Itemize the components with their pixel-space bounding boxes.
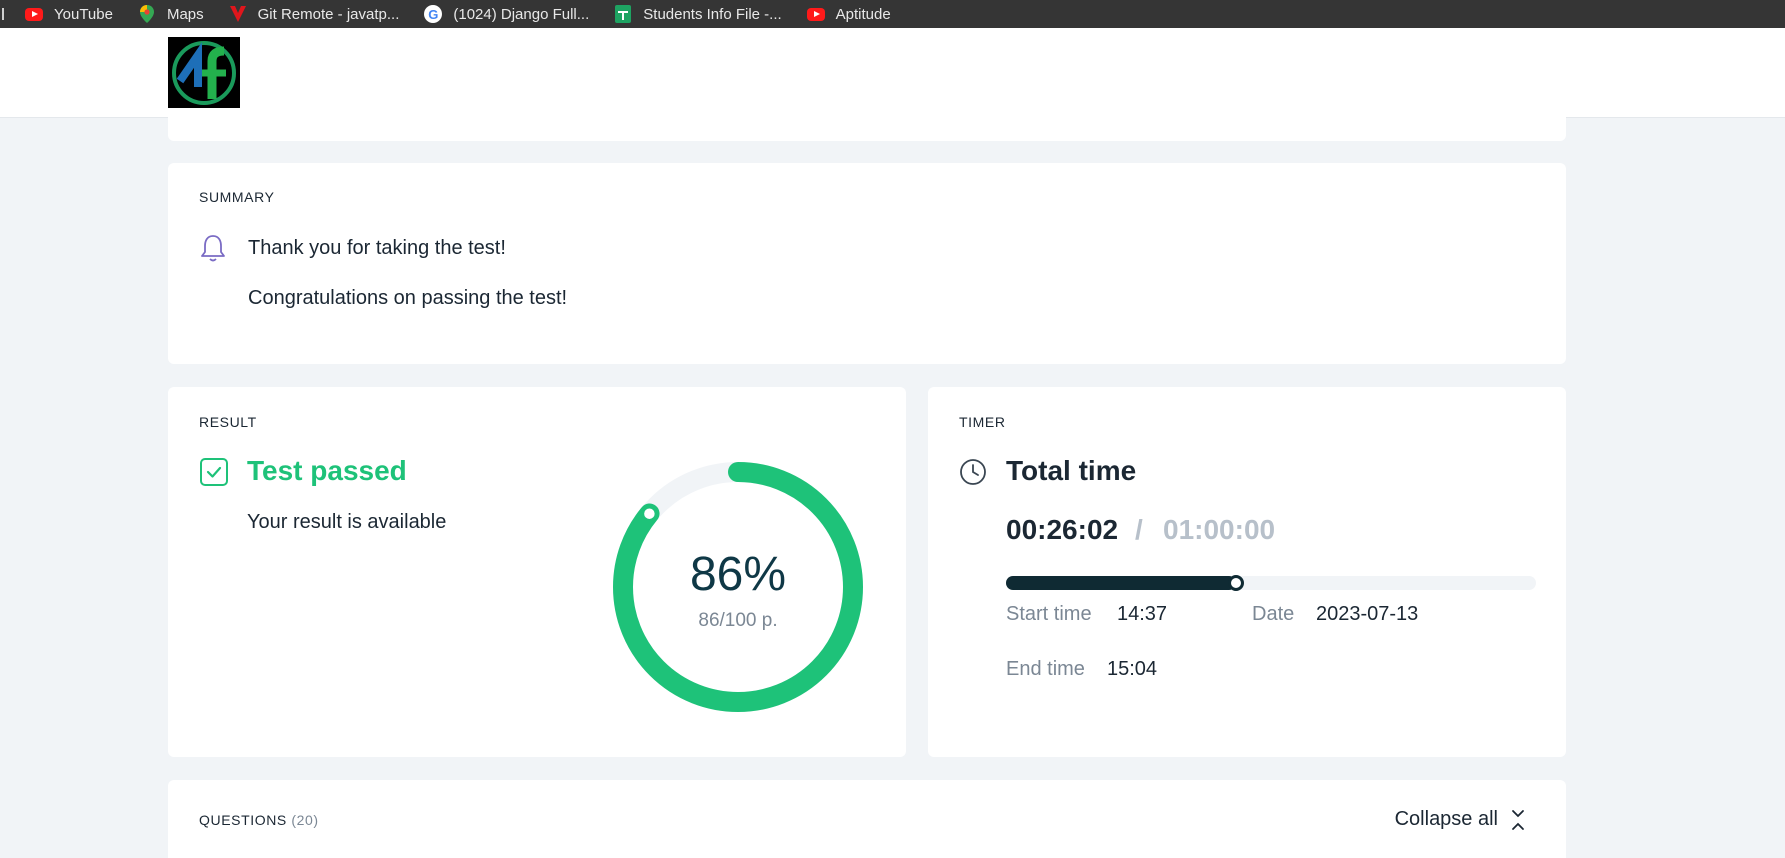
questions-label: QUESTIONS (20) [199,812,319,828]
score-points: 86/100 p. [698,610,778,631]
timer-title: Total time [1006,455,1137,486]
top-card-edge [168,116,1566,141]
checkbox-check-icon [199,457,229,492]
questions-card: QUESTIONS (20) Collapse all [168,780,1566,858]
end-time-label: End time [1006,658,1085,680]
time-progress-knob [1228,575,1245,591]
google-icon: G [423,5,443,23]
summary-thanks-text: Thank you for taking the test! [248,237,506,259]
brand-logo-icon[interactable] [168,37,240,108]
summary-label: SUMMARY [199,189,275,205]
sheets-icon [613,5,633,23]
gauge-knob [640,504,659,523]
summary-congrats-text: Congratulations on passing the test! [248,287,568,309]
bookmark-students-info[interactable]: Students Info File -... [613,5,782,23]
site-header [0,28,1785,118]
youtube-icon [24,5,44,23]
date-value: 2023-07-13 [1316,603,1419,625]
result-label: RESULT [199,414,257,430]
score-gauge: 86% 86/100 p. [608,457,868,717]
bookmarks-bar: YouTube Maps Git Remote - javatp... G (1… [0,0,1785,28]
time-progress-bar [1006,575,1536,591]
questions-count: (20) [291,812,319,828]
collapse-chevrons-icon [1512,809,1524,830]
questions-label-text: QUESTIONS [199,812,287,828]
bookmark-aptitude[interactable]: Aptitude [806,5,891,23]
end-time-value: 15:04 [1107,658,1158,680]
time-progress-fill [1006,576,1237,590]
start-time-label: Start time [1006,603,1092,625]
result-status-title: Test passed [247,455,407,486]
bookmark-git-remote[interactable]: Git Remote - javatp... [228,5,399,23]
bookmarks-separator [2,8,4,20]
bookmark-django[interactable]: G (1024) Django Full... [423,5,589,23]
start-time-value: 14:37 [1117,603,1168,625]
summary-card: SUMMARY Thank you for taking the test! C… [168,163,1566,364]
score-percent: 86% [689,548,787,601]
bookmark-maps[interactable]: Maps [137,5,204,23]
maps-pin-icon [137,5,157,23]
youtube-icon [806,5,826,23]
bookmark-youtube[interactable]: YouTube [24,5,113,23]
time-separator: / [1135,514,1143,545]
bell-icon [199,233,227,268]
time-limit: 01:00:00 [1163,514,1276,545]
date-label: Date [1252,603,1295,625]
clock-icon [958,457,988,492]
result-status-subtitle: Your result is available [247,511,447,533]
timer-card: TIMER Total time 00:26:02 / 01:00:00 Sta… [928,387,1566,757]
timer-label: TIMER [959,414,1006,430]
collapse-all-label: Collapse all [1394,808,1498,830]
javatpoint-icon [228,5,248,23]
elapsed-time: 00:26:02 [1006,514,1119,545]
collapse-all-button[interactable]: Collapse all [1395,808,1526,831]
result-card: RESULT Test passed Your result is availa… [168,387,906,757]
